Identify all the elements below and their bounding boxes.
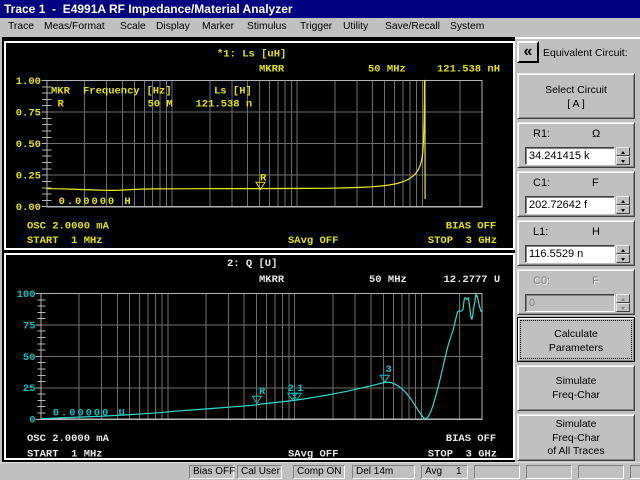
svg-text:50 M: 50 M — [148, 99, 173, 111]
svg-text:0.00: 0.00 — [16, 202, 41, 214]
svg-text:SAvg OFF: SAvg OFF — [288, 235, 338, 247]
svg-text:121.538 nH: 121.538 nH — [437, 64, 500, 76]
svg-text:R: R — [260, 173, 267, 185]
svg-text:MKRR: MKRR — [259, 274, 285, 286]
svg-text:START 1 MHz: START 1 MHz — [27, 448, 103, 460]
svg-text:OSC 2.0000 mA: OSC 2.0000 mA — [27, 433, 110, 445]
svg-text:R: R — [259, 386, 266, 398]
svg-text:12.2777 U: 12.2777 U — [444, 274, 501, 286]
svg-text:SAvg OFF: SAvg OFF — [288, 448, 338, 460]
svg-text:50 MHz: 50 MHz — [369, 274, 407, 286]
svg-text:2: Q [U]: 2: Q [U] — [227, 258, 277, 270]
svg-text:3: 3 — [386, 364, 392, 376]
svg-text:Ls [H]: Ls [H] — [214, 86, 252, 98]
svg-text:0.50: 0.50 — [16, 139, 41, 151]
svg-text:BIAS OFF: BIAS OFF — [446, 221, 496, 233]
svg-text:75: 75 — [23, 320, 36, 332]
svg-text:MKRR: MKRR — [259, 64, 285, 76]
svg-text:0.75: 0.75 — [16, 108, 41, 120]
svg-text:R: R — [58, 99, 65, 111]
svg-text:[Hz]: [Hz] — [147, 86, 172, 98]
svg-text:START 1 MHz: START 1 MHz — [27, 235, 103, 247]
svg-text:50: 50 — [23, 352, 36, 364]
svg-text:0: 0 — [29, 415, 35, 427]
svg-text:0.00000 H: 0.00000 H — [59, 196, 133, 208]
svg-text:1.00: 1.00 — [16, 76, 41, 88]
svg-text:BIAS OFF: BIAS OFF — [446, 433, 496, 445]
svg-text:50 MHz: 50 MHz — [368, 64, 406, 76]
svg-text:OSC 2.0000 mA: OSC 2.0000 mA — [27, 221, 110, 233]
svg-text:STOP 3 GHz: STOP 3 GHz — [428, 235, 497, 247]
svg-text:121.538 n: 121.538 n — [196, 99, 253, 111]
svg-text:100: 100 — [17, 289, 36, 301]
svg-text:1: 1 — [297, 383, 303, 395]
svg-text:*1: Ls [uH]: *1: Ls [uH] — [217, 49, 286, 61]
svg-text:0.25: 0.25 — [16, 171, 41, 183]
svg-text:25: 25 — [23, 383, 36, 395]
svg-text:MKR: MKR — [51, 86, 71, 98]
svg-text:STOP 3 GHz: STOP 3 GHz — [428, 448, 497, 460]
svg-text:Frequency: Frequency — [83, 86, 140, 98]
